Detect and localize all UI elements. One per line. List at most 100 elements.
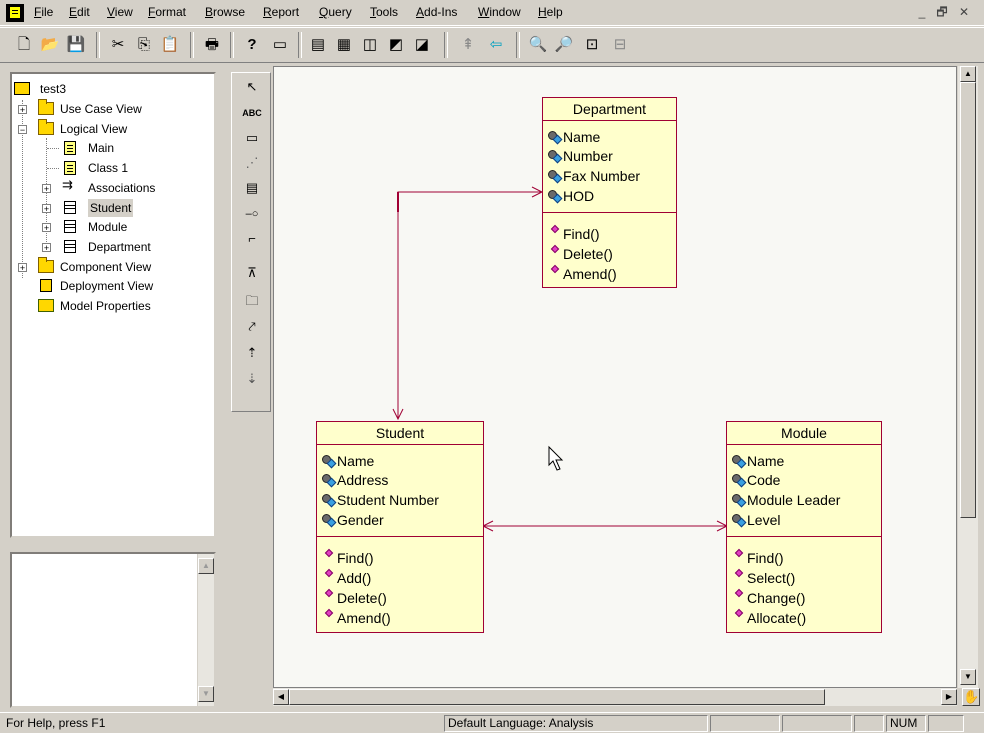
open-icon[interactable]: 📂 (40, 35, 60, 55)
print-icon[interactable]: 🖶 (202, 35, 222, 55)
tree-item-model-properties[interactable]: Model Properties (38, 297, 208, 315)
menu-format[interactable]: Format (148, 5, 186, 19)
scroll-down-icon[interactable]: ▼ (960, 669, 976, 685)
operation-icon (551, 265, 561, 277)
scroll-down-icon[interactable]: ▼ (198, 686, 214, 702)
association-tool-icon[interactable]: ⌐ (242, 229, 262, 249)
toolbar-separator (516, 32, 520, 58)
expand-icon[interactable]: + (42, 223, 51, 233)
interface-tool-icon[interactable]: –○ (242, 204, 262, 224)
operation: Delete() (325, 588, 387, 608)
menu-view[interactable]: View (107, 5, 133, 19)
horizontal-scroll-thumb[interactable] (289, 689, 825, 705)
browse-previous-icon[interactable]: ⇦ (486, 35, 506, 55)
undo-fit-icon[interactable]: ⊟ (610, 35, 630, 55)
expand-icon[interactable]: + (42, 184, 51, 194)
vertical-scroll-thumb[interactable] (960, 82, 976, 518)
tree-item-logical-view[interactable]: Logical View (38, 119, 208, 138)
new-icon[interactable]: 🗋 (14, 35, 34, 55)
class-icon (64, 240, 76, 253)
status-language: Default Language: Analysis (444, 715, 708, 732)
tree-item-department[interactable]: Department (62, 238, 202, 256)
context-help-icon[interactable]: ? (242, 35, 262, 55)
view-documentation-icon[interactable]: ▭ (270, 35, 290, 55)
scroll-up-icon[interactable]: ▲ (198, 558, 214, 574)
scroll-right-icon[interactable]: ▶ (941, 689, 957, 705)
note-tool-icon[interactable]: ▭ (242, 128, 262, 148)
tree-item-class-1[interactable]: Class 1 (62, 159, 202, 177)
restore-icon[interactable]: 🗗 (934, 4, 950, 20)
menu-edit[interactable]: Edit (69, 5, 90, 19)
zoom-in-icon[interactable]: 🔍 (528, 35, 548, 55)
class-tool-icon[interactable]: ▤ (242, 178, 262, 198)
scroll-up-icon[interactable]: ▲ (960, 66, 976, 82)
copy-icon[interactable]: ⎘ (134, 35, 154, 55)
tree-item-use-case-view[interactable]: Use Case View (38, 99, 208, 118)
class-department[interactable]: Department Name Number Fax Number HOD Fi… (542, 97, 677, 288)
dependency-tool-icon[interactable]: ⤤ (242, 317, 262, 337)
expand-icon[interactable]: + (42, 243, 51, 253)
operation-icon (325, 549, 335, 561)
realize-tool-icon[interactable]: ⇣ (242, 369, 262, 389)
unidirectional-association-tool-icon[interactable]: ⊼ (242, 263, 262, 283)
class-module[interactable]: Module Name Code Module Leader Level Fin… (726, 421, 882, 633)
anchor-note-tool-icon[interactable]: ⋰ (242, 153, 262, 173)
menu-tools[interactable]: Tools (370, 5, 398, 19)
expand-icon[interactable]: + (18, 263, 27, 273)
tree-item-associations[interactable]: ⇉ Associations (62, 178, 202, 197)
selection-tool-icon[interactable]: ↖ (242, 77, 262, 97)
menu-window[interactable]: Window (478, 5, 521, 19)
browse-class-diagram-icon[interactable]: ▤ (308, 35, 328, 55)
expand-icon[interactable]: + (18, 105, 27, 115)
browse-component-diagram-icon[interactable]: ◫ (360, 35, 380, 55)
zoom-out-icon[interactable]: 🔎 (554, 35, 574, 55)
browse-deployment-diagram-icon[interactable]: ◪ (412, 35, 432, 55)
attribute: Code (731, 470, 780, 490)
menu-file[interactable]: File (34, 5, 53, 19)
class-student[interactable]: Student Name Address Student Number Gend… (316, 421, 484, 633)
browse-parent-icon[interactable]: ⇞ (458, 35, 478, 55)
attribute: HOD (547, 186, 594, 206)
save-icon[interactable]: 💾 (66, 35, 86, 55)
tree-item-main[interactable]: Main (62, 139, 202, 157)
text-tool-icon[interactable]: ABC (242, 103, 262, 123)
minimize-icon[interactable]: _ (914, 4, 930, 20)
tree-item-deployment-view[interactable]: Deployment View (38, 277, 208, 295)
collapse-icon[interactable]: − (18, 125, 27, 135)
class-diagram-canvas[interactable]: Department Name Number Fax Number HOD Fi… (273, 66, 957, 688)
fit-in-window-icon[interactable]: ⊡ (582, 35, 602, 55)
tree-item-component-view[interactable]: Component View (38, 257, 208, 276)
menu-help[interactable]: Help (538, 5, 563, 19)
menu-query[interactable]: Query (319, 5, 352, 19)
menu-browse[interactable]: Browse (205, 5, 245, 19)
scroll-left-icon[interactable]: ◀ (273, 689, 289, 705)
tree-item-student[interactable]: Student (62, 199, 202, 217)
horizontal-scrollbar[interactable]: ◀ ▶ (273, 688, 957, 706)
operation: Add() (325, 568, 371, 588)
browse-interaction-diagram-icon[interactable]: ▦ (334, 35, 354, 55)
menu-add-ins[interactable]: Add-Ins (416, 5, 457, 19)
tree-item-module[interactable]: Module (62, 218, 202, 236)
generalization-tool-icon[interactable]: ⇡ (242, 343, 262, 363)
attribute-icon (731, 493, 747, 507)
class-icon (64, 220, 76, 233)
browser-tree[interactable]: test3 + Use Case View − Logical View Mai… (10, 72, 216, 538)
browse-state-diagram-icon[interactable]: ◩ (386, 35, 406, 55)
status-cell-empty (710, 715, 780, 732)
close-icon[interactable]: ✕ (956, 4, 972, 20)
app-icon[interactable] (6, 4, 24, 22)
documentation-pane[interactable]: ▲ ▼ (10, 552, 216, 708)
menu-report[interactable]: Report (263, 5, 299, 19)
vertical-scrollbar[interactable]: ▲ ▼ (958, 66, 978, 688)
pan-hand-icon[interactable]: ✋ (962, 688, 980, 706)
paste-icon[interactable]: 📋 (160, 35, 180, 55)
attribute: Name (321, 451, 374, 471)
operation-icon (325, 609, 335, 621)
package-tool-icon[interactable]: 🗀 (242, 291, 262, 311)
documentation-scrollbar[interactable]: ▲ ▼ (197, 554, 214, 706)
cut-icon[interactable]: ✂ (108, 35, 128, 55)
tree-item-root[interactable]: test3 (14, 80, 204, 98)
status-num-lock: NUM (886, 715, 926, 732)
attribute-icon (547, 189, 563, 203)
expand-icon[interactable]: + (42, 204, 51, 214)
